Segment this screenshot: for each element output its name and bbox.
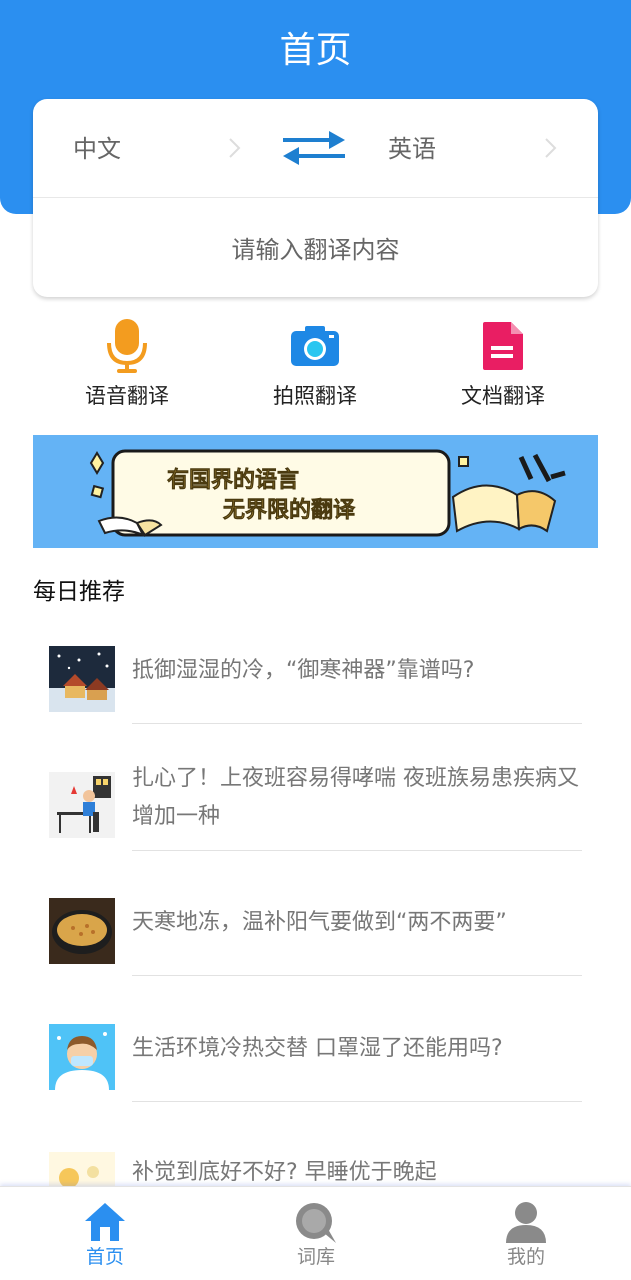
document-translate-button[interactable]: 文档翻译	[428, 318, 578, 412]
microphone-icon	[107, 319, 147, 373]
news-item[interactable]: 生活环境冷热交替 口罩湿了还能用吗?	[0, 998, 631, 1124]
banner-illustration: 有国界的语言 无界限的翻译	[33, 435, 598, 548]
chevron-right-icon	[229, 138, 241, 158]
news-item[interactable]: 天寒地冻，温补阳气要做到“两不两要”	[0, 872, 631, 998]
news-title: 天寒地冻，温补阳气要做到“两不两要”	[132, 910, 507, 935]
voice-translate-button[interactable]: 语音翻译	[52, 318, 202, 412]
translator-card: 中文 英语 请输入翻译内容	[33, 99, 598, 297]
document-translate-label: 文档翻译	[461, 384, 545, 408]
news-title: 扎心了！上夜班容易得哮喘 夜班族易患疾病又增加一种	[132, 766, 579, 829]
banner-line-1: 有国界的语言	[167, 467, 299, 493]
page-title: 首页	[279, 30, 352, 71]
chevron-right-icon	[545, 138, 557, 158]
news-divider	[132, 1101, 582, 1102]
feature-shortcuts: 语音翻译 拍照翻译 文档翻译	[0, 318, 631, 418]
news-divider	[132, 723, 582, 724]
news-item[interactable]: 抵御湿湿的冷，“御寒神器”靠谱吗?	[0, 620, 631, 746]
news-item[interactable]: 扎心了！上夜班容易得哮喘 夜班族易患疾病又增加一种	[0, 746, 631, 872]
news-title: 抵御湿湿的冷，“御寒神器”靠谱吗?	[132, 658, 475, 683]
bottom-tab-bar: 首页 词库 我的	[0, 1186, 631, 1280]
language-selector-row: 中文 英语	[33, 99, 598, 198]
daily-section-title: 每日推荐	[33, 579, 125, 605]
source-language-select[interactable]: 中文	[73, 132, 121, 166]
photo-translate-label: 拍照翻译	[273, 384, 357, 408]
target-language-select[interactable]: 英语	[388, 132, 436, 166]
promo-banner[interactable]: 有国界的语言 无界限的翻译	[33, 435, 598, 548]
user-icon	[506, 1202, 546, 1243]
document-icon	[483, 322, 523, 370]
news-divider	[132, 975, 582, 976]
tab-dictionary-label: 词库	[296, 1246, 335, 1268]
news-thumbnail-mask-person	[49, 1024, 115, 1090]
news-thumbnail-porridge	[49, 898, 115, 964]
tab-profile[interactable]: 我的	[466, 1197, 586, 1271]
tab-profile-label: 我的	[506, 1246, 545, 1268]
banner-line-2: 无界限的翻译	[223, 497, 356, 523]
tab-home-label: 首页	[85, 1246, 124, 1268]
search-icon	[296, 1203, 336, 1243]
photo-translate-button[interactable]: 拍照翻译	[240, 318, 390, 412]
camera-icon	[291, 326, 339, 366]
news-thumbnail-night-worker	[49, 772, 115, 838]
voice-translate-label: 语音翻译	[85, 384, 169, 408]
news-title: 生活环境冷热交替 口罩湿了还能用吗?	[132, 1036, 503, 1061]
translation-input[interactable]: 请输入翻译内容	[33, 198, 598, 297]
home-page: 首页 中文 英语 请输入翻译内容 语音翻译 拍照翻译 文档翻译 有国界的语言 无…	[0, 0, 631, 1280]
home-icon	[85, 1203, 125, 1241]
swap-languages-icon[interactable]	[279, 129, 349, 167]
tab-home[interactable]: 首页	[45, 1197, 165, 1271]
news-list: 抵御湿湿的冷，“御寒神器”靠谱吗? 扎心了！上夜班容易得哮喘 夜班族易患疾病又增…	[0, 620, 631, 1250]
tab-dictionary[interactable]: 词库	[256, 1197, 376, 1271]
news-divider	[132, 850, 582, 851]
news-thumbnail-snow-village	[49, 646, 115, 712]
